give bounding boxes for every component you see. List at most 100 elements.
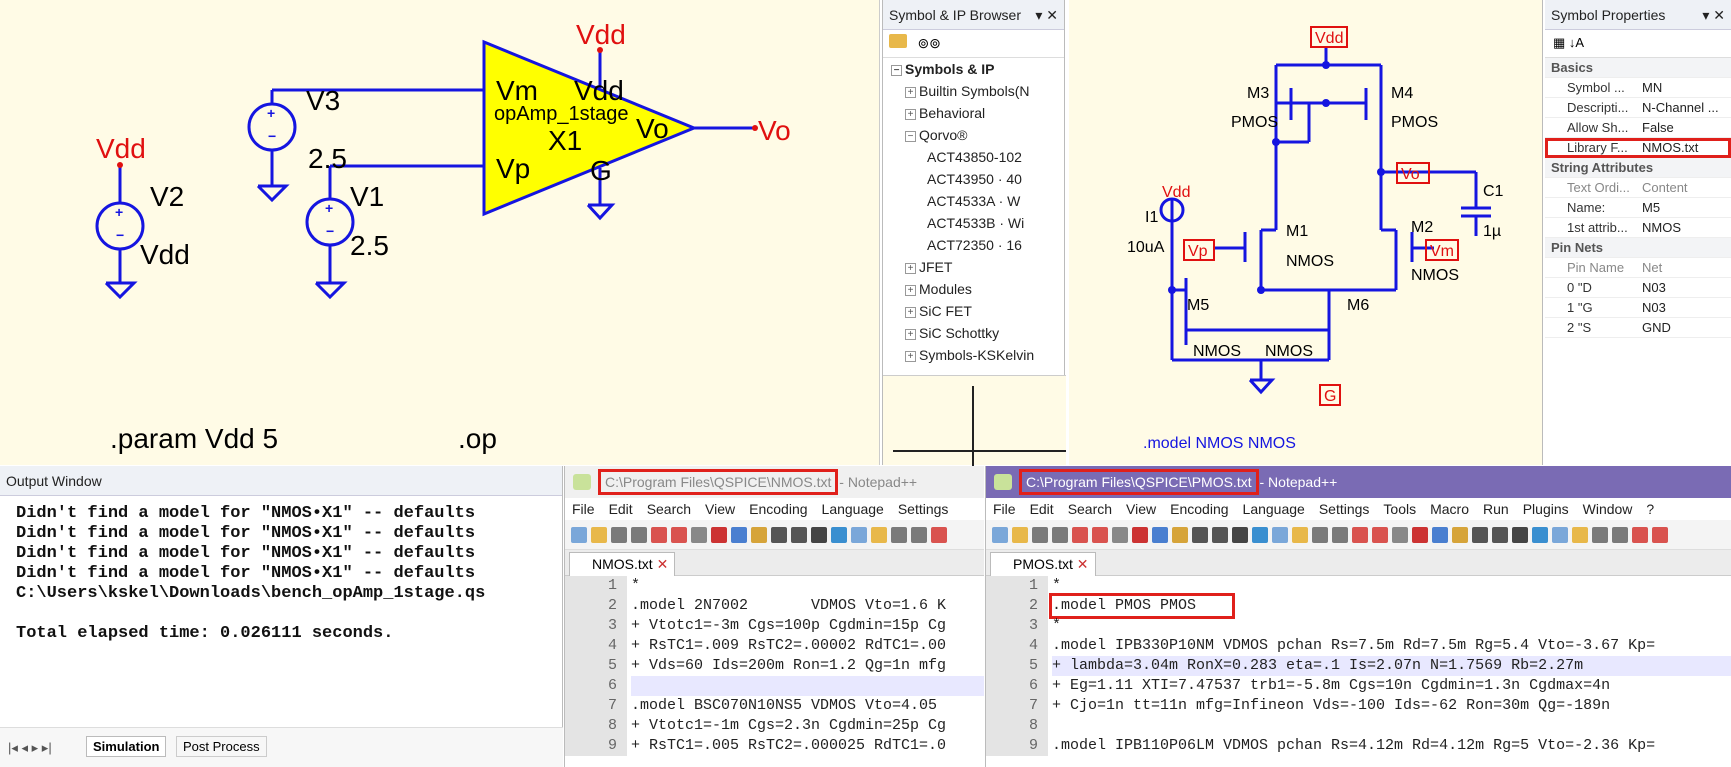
code-line[interactable]: .model BSC070N10NS5 VDMOS Vto=4.05 <box>631 696 937 716</box>
toolbar-icon[interactable] <box>871 527 887 543</box>
toolbar-icon[interactable] <box>1252 527 1268 543</box>
nmos-toolbar[interactable] <box>565 520 984 550</box>
toolbar-icon[interactable] <box>631 527 647 543</box>
toolbar-icon[interactable] <box>1652 527 1668 543</box>
toolbar-icon[interactable] <box>831 527 847 543</box>
toolbar-icon[interactable] <box>1072 527 1088 543</box>
properties-toolbar[interactable]: ▦ ↓A <box>1545 30 1731 58</box>
tree-item[interactable]: − Qorvo® <box>883 124 1064 146</box>
toolbar-icon[interactable] <box>1532 527 1548 543</box>
category-string-attributes[interactable]: String Attributes <box>1545 158 1731 178</box>
code-line[interactable]: + Vtotc1=-3m Cgs=100p Cgdmin=15p Cg <box>631 616 946 636</box>
menu-item[interactable]: Tools <box>1383 501 1416 517</box>
property-row[interactable]: Allow Sh... False <box>1545 118 1731 138</box>
menu-item[interactable]: Settings <box>1319 501 1370 517</box>
toolbar-icon[interactable] <box>791 527 807 543</box>
tab-nav-arrows[interactable]: |◂ ◂ ▸ ▸| <box>8 740 52 756</box>
toolbar-icon[interactable] <box>1372 527 1388 543</box>
properties-controls[interactable]: ▾ ✕ <box>1702 0 1725 30</box>
tree-item[interactable]: ACT43950 · 40 <box>883 168 1064 190</box>
toolbar-icon[interactable] <box>1052 527 1068 543</box>
tab-simulation[interactable]: Simulation <box>86 736 167 757</box>
code-line[interactable]: + RsTC1=.009 RsTC2=.00002 RdTC1=.00 <box>631 636 946 656</box>
category-pin-nets[interactable]: Pin Nets <box>1545 238 1731 258</box>
tab-nmos-txt[interactable]: NMOS.txt ✕ <box>569 552 676 576</box>
code-line[interactable]: * <box>1052 576 1061 596</box>
toolbar-icon[interactable] <box>1412 527 1428 543</box>
toolbar-icon[interactable] <box>591 527 607 543</box>
menu-item[interactable]: Search <box>647 501 691 517</box>
toolbar-icon[interactable] <box>891 527 907 543</box>
toolbar-icon[interactable] <box>731 527 747 543</box>
tree-item[interactable]: ACT4533A · W <box>883 190 1064 212</box>
code-line[interactable]: .model IPB110P06LM VDMOS pchan Rs=4.12m … <box>1052 736 1655 756</box>
menu-item[interactable]: Edit <box>1030 501 1054 517</box>
toolbar-icon[interactable] <box>1272 527 1288 543</box>
tree-item[interactable]: + Symbols-KSKelvin <box>883 344 1064 366</box>
property-row[interactable]: Library F... NMOS.txt <box>1545 138 1731 158</box>
tab-post-process[interactable]: Post Process <box>176 736 267 757</box>
toolbar-icon[interactable] <box>1112 527 1128 543</box>
code-line[interactable]: .model IPB330P10NM VDMOS pchan Rs=7.5m R… <box>1052 636 1655 656</box>
op-directive[interactable]: .op <box>458 423 497 454</box>
menu-item[interactable]: File <box>993 501 1016 517</box>
toolbar-icon[interactable] <box>1392 527 1408 543</box>
property-row[interactable]: Name: M5 <box>1545 198 1731 218</box>
toolbar-icon[interactable] <box>1012 527 1028 543</box>
code-line[interactable]: .model 2N7002 VDMOS Vto=1.6 K <box>631 596 946 616</box>
code-line[interactable] <box>631 676 984 696</box>
tree-item[interactable]: + Builtin Symbols(N <box>883 80 1064 102</box>
toolbar-icon[interactable] <box>771 527 787 543</box>
menu-item[interactable]: Run <box>1483 501 1509 517</box>
menu-item[interactable]: Language <box>822 501 884 517</box>
menu-item[interactable]: View <box>705 501 735 517</box>
toolbar-icon[interactable] <box>1292 527 1308 543</box>
tree-item[interactable]: ACT4533B · Wi <box>883 212 1064 234</box>
code-line[interactable]: + lambda=3.04m RonX=0.283 eta=.1 Is=2.07… <box>1052 656 1731 676</box>
menu-item[interactable]: Encoding <box>749 501 807 517</box>
toolbar-icon[interactable] <box>931 527 947 543</box>
code-line[interactable]: .model PMOS PMOS <box>1049 593 1235 619</box>
toolbar-icon[interactable] <box>651 527 667 543</box>
pmos-toolbar[interactable] <box>986 520 1731 550</box>
toolbar-icon[interactable] <box>751 527 767 543</box>
toolbar-icon[interactable] <box>1632 527 1648 543</box>
toolbar-icon[interactable] <box>992 527 1008 543</box>
code-line[interactable]: + Vds=60 Ids=200m Ron=1.2 Qg=1n mfg <box>631 656 946 676</box>
binoculars-icon[interactable]: ⊚⊚ <box>917 35 940 51</box>
code-line[interactable]: * <box>631 576 640 596</box>
toolbar-icon[interactable] <box>1332 527 1348 543</box>
menu-item[interactable]: Search <box>1068 501 1112 517</box>
menu-item[interactable]: Encoding <box>1170 501 1228 517</box>
tree-item[interactable]: + SiC FET <box>883 300 1064 322</box>
toolbar-icon[interactable] <box>1592 527 1608 543</box>
property-row[interactable]: 1st attrib... NMOS <box>1545 218 1731 238</box>
code-line[interactable]: + Cjo=1n tt=11n mfg=Infineon Vds=-100 Id… <box>1052 696 1610 716</box>
toolbar-icon[interactable] <box>1512 527 1528 543</box>
tree-item[interactable]: + Modules <box>883 278 1064 300</box>
toolbar-icon[interactable] <box>1452 527 1468 543</box>
toolbar-icon[interactable] <box>1212 527 1228 543</box>
code-line[interactable]: + Eg=1.11 XTI=7.47537 trb1=-5.8m Cgs=10n… <box>1052 676 1610 696</box>
code-line[interactable]: + Vtotc1=-1m Cgs=2.3n Cgdmin=25p Cg <box>631 716 946 736</box>
symbol-tree[interactable]: − Symbols & IP + Builtin Symbols(N + Behavio… <box>883 58 1064 366</box>
toolbar-icon[interactable] <box>1172 527 1188 543</box>
menu-item[interactable]: Settings <box>898 501 949 517</box>
menu-item[interactable]: Macro <box>1430 501 1469 517</box>
toolbar-icon[interactable] <box>851 527 867 543</box>
toolbar-icon[interactable] <box>1432 527 1448 543</box>
schematic-canvas[interactable]: + − + − + − Vdd Vdd Vo V3 2.5 V2 Vdd V1 2.5… <box>0 0 880 465</box>
category-basics[interactable]: Basics <box>1545 58 1731 78</box>
property-row[interactable]: 0 "D N03 <box>1545 278 1731 298</box>
tree-item[interactable]: ACT72350 · 16 <box>883 234 1064 256</box>
toolbar-icon[interactable] <box>691 527 707 543</box>
toolbar-icon[interactable] <box>711 527 727 543</box>
output-log[interactable]: Didn't find a model for "NMOS•X1" -- def… <box>0 496 562 724</box>
param-directive[interactable]: .param Vdd 5 <box>110 423 278 454</box>
toolbar-icon[interactable] <box>611 527 627 543</box>
open-folder-icon[interactable] <box>889 34 907 48</box>
tree-item[interactable]: + SiC Schottky <box>883 322 1064 344</box>
menu-item[interactable]: View <box>1126 501 1156 517</box>
toolbar-icon[interactable] <box>671 527 687 543</box>
toolbar-icon[interactable] <box>1612 527 1628 543</box>
